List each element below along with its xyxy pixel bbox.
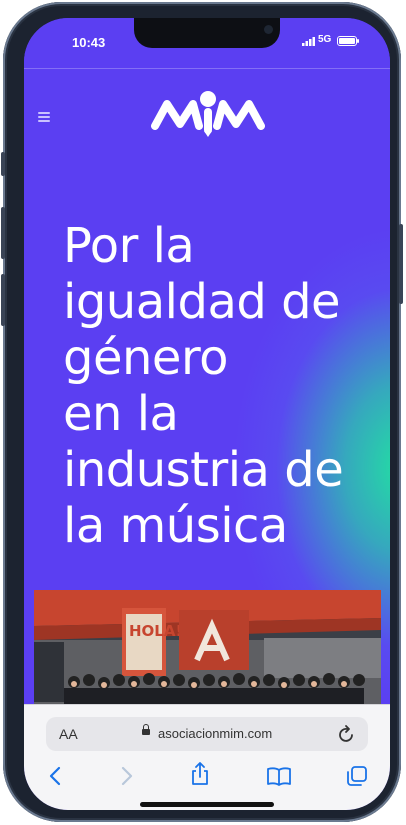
notch	[134, 18, 280, 48]
battery-tip	[357, 39, 359, 43]
reload-icon[interactable]	[338, 724, 356, 744]
volume-up-button	[1, 207, 5, 259]
text-size-button[interactable]: AA	[59, 726, 78, 742]
back-icon[interactable]	[48, 765, 62, 787]
mim-logo[interactable]	[150, 90, 266, 142]
menu-icon[interactable]	[38, 112, 50, 122]
battery-icon	[337, 36, 357, 46]
share-icon[interactable]	[190, 761, 210, 787]
hero-section: Por la igualdad de género en la industri…	[24, 68, 390, 704]
address-bar[interactable]: AA asociacionmim.com	[46, 717, 368, 751]
safari-toolbar: AA asociacionmim.com	[24, 704, 390, 810]
header-divider	[24, 68, 390, 69]
group-photo[interactable]: HOLA!	[34, 590, 381, 704]
status-time: 10:43	[72, 35, 106, 50]
power-button	[399, 224, 403, 304]
text-size-label: AA	[59, 726, 78, 742]
network-label: 5G	[318, 34, 332, 45]
bookmarks-icon[interactable]	[266, 765, 292, 787]
volume-down-button	[1, 274, 5, 326]
mute-switch	[1, 152, 5, 176]
home-indicator[interactable]	[140, 802, 274, 807]
url-domain: asociacionmim.com	[158, 726, 273, 741]
photo-sign-text: HOLA!	[129, 622, 182, 640]
headline-text: Por la igualdad de género en la industri…	[63, 218, 344, 554]
tabs-icon[interactable]	[346, 765, 368, 787]
lock-icon	[142, 724, 150, 735]
camera-icon	[264, 25, 273, 34]
hero-headline: Por la igualdad de género en la industri…	[63, 218, 383, 554]
group-photo-image: HOLA!	[34, 590, 381, 704]
signal-icon	[302, 37, 315, 46]
phone-frame: 10:43 5G Por la igualdad de género en la…	[1, 2, 403, 822]
status-bar: 10:43 5G	[24, 18, 390, 68]
screen: 10:43 5G Por la igualdad de género en la…	[24, 18, 390, 810]
forward-icon[interactable]	[120, 765, 134, 787]
